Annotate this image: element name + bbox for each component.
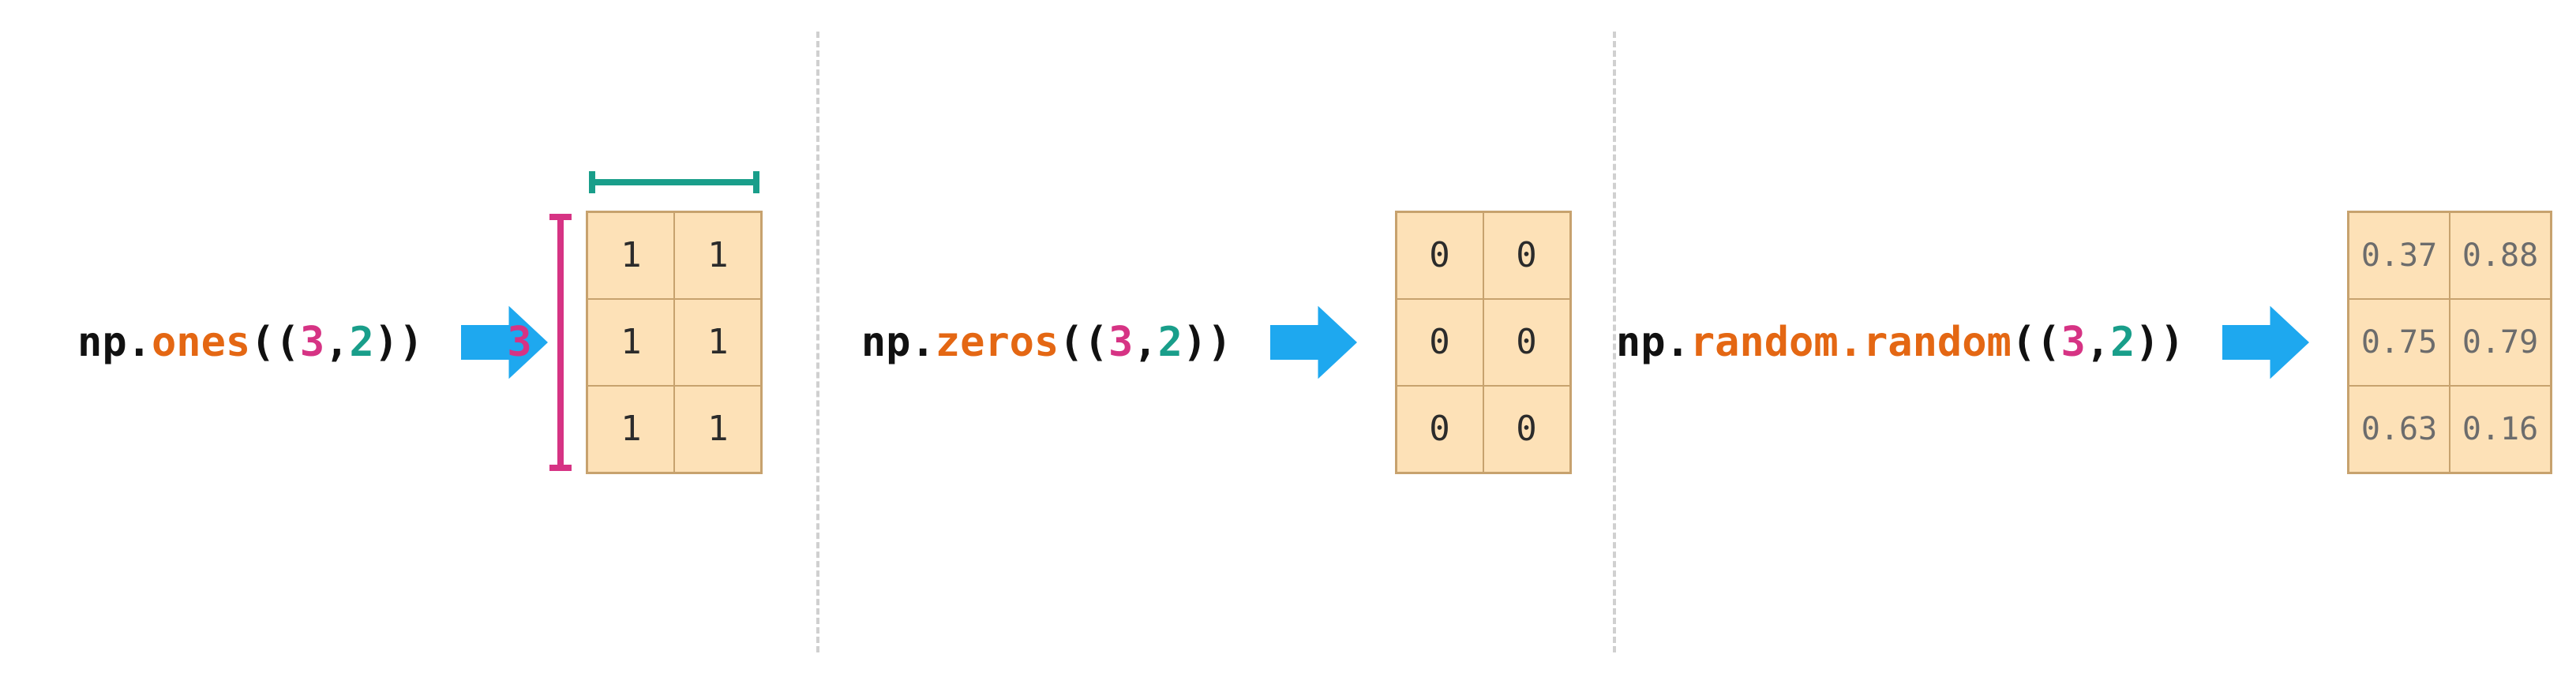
matrix-cell: 0.37 — [2349, 212, 2450, 299]
matrix-zeros: 000000 — [1395, 211, 1572, 474]
code-ones: np.ones((3,2)) — [77, 319, 423, 366]
matrix-cell: 1 — [587, 212, 674, 299]
matrix-cell: 1 — [674, 386, 761, 473]
matrix-cell: 0.75 — [2349, 299, 2450, 386]
matrix-cell: 0 — [1483, 299, 1570, 386]
code-arg1: 3 — [2060, 319, 2085, 366]
code-prefix: np. — [1616, 319, 1690, 366]
code-arg2: 2 — [1158, 319, 1183, 366]
matrix-cell: 0 — [1483, 386, 1570, 473]
matrix-ones-area: 3 111111 — [586, 211, 763, 474]
code-sep: , — [2086, 319, 2110, 366]
matrix-cell: 1 — [587, 299, 674, 386]
matrix-cell: 0.16 — [2450, 386, 2551, 473]
matrix-zeros-area: 000000 — [1395, 211, 1572, 474]
matrix-cell: 1 — [587, 386, 674, 473]
matrix-cell: 0 — [1397, 299, 1483, 386]
code-open: (( — [1059, 319, 1108, 366]
dim-top-bar — [586, 166, 763, 198]
diagram-root: np.ones((3,2)) 3 111111 — [0, 0, 2576, 684]
code-open: (( — [2012, 319, 2061, 366]
code-sep: , — [1133, 319, 1157, 366]
matrix-cell: 0 — [1483, 212, 1570, 299]
panel-zeros: np.zeros((3,2)) 000000 — [819, 32, 1612, 652]
code-prefix: np. — [77, 319, 152, 366]
code-close: )) — [2135, 319, 2184, 366]
code-close: )) — [1183, 319, 1232, 366]
arrow-right-icon — [1270, 299, 1357, 386]
dim-left-label: 3 — [507, 319, 531, 366]
matrix-cell: 1 — [674, 212, 761, 299]
arrow-right-icon — [2222, 299, 2309, 386]
code-arg2: 2 — [349, 319, 373, 366]
matrix-cell: 0.88 — [2450, 212, 2551, 299]
matrix-ones: 111111 — [586, 211, 763, 474]
code-fn: zeros — [936, 319, 1059, 366]
code-sep: , — [324, 319, 349, 366]
code-prefix: np. — [861, 319, 936, 366]
code-close: )) — [374, 319, 424, 366]
code-arg2: 2 — [2110, 319, 2135, 366]
matrix-cell: 0.79 — [2450, 299, 2551, 386]
code-arg1: 3 — [300, 319, 324, 366]
code-random: np.random.random((3,2)) — [1616, 319, 2184, 366]
dim-left-bar: 3 — [507, 211, 576, 474]
matrix-cell: 1 — [674, 299, 761, 386]
code-fn: ones — [152, 319, 250, 366]
code-open: (( — [250, 319, 300, 366]
matrix-cell: 0 — [1397, 386, 1483, 473]
matrix-cell: 0 — [1397, 212, 1483, 299]
code-arg1: 3 — [1108, 319, 1133, 366]
matrix-random: 0.370.880.750.790.630.16 — [2347, 211, 2552, 474]
matrix-cell: 0.63 — [2349, 386, 2450, 473]
panel-random: np.random.random((3,2)) 0.370.880.750.79… — [1616, 32, 2552, 652]
code-fn: random.random — [1690, 319, 2012, 366]
panel-ones: np.ones((3,2)) 3 111111 — [24, 32, 816, 652]
code-zeros: np.zeros((3,2)) — [861, 319, 1232, 366]
matrix-random-area: 0.370.880.750.790.630.16 — [2347, 211, 2552, 474]
